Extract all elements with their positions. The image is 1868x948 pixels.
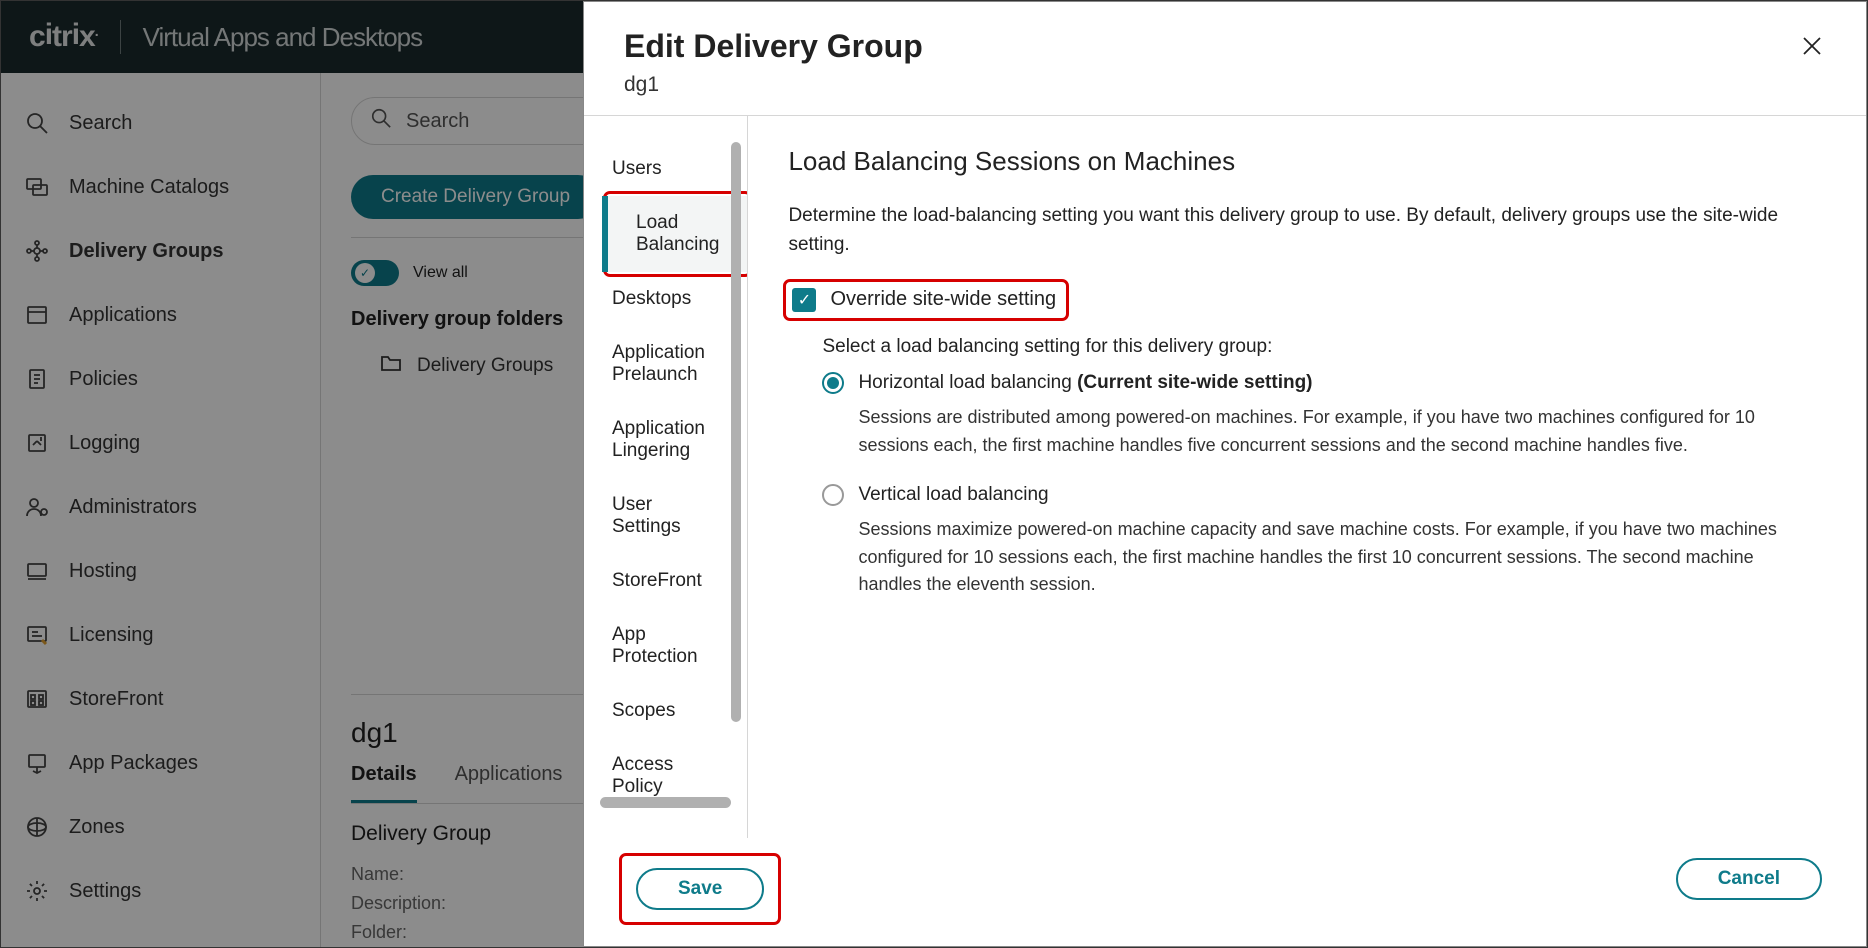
modal-content: Load Balancing Sessions on Machines Dete…	[748, 116, 1866, 838]
modal-subtitle: dg1	[624, 73, 923, 97]
close-icon[interactable]	[1794, 28, 1830, 68]
modal-nav-scopes[interactable]: Scopes	[584, 684, 747, 738]
modal-nav-hscrollbar[interactable]	[600, 797, 731, 808]
modal-nav-app-lingering[interactable]: Application Lingering	[584, 402, 747, 478]
content-intro: Determine the load-balancing setting you…	[788, 201, 1820, 260]
modal-nav-scrollbar[interactable]	[731, 142, 741, 722]
radio-horizontal-suffix: (Current site-wide setting)	[1072, 372, 1313, 393]
modal-nav-desktops[interactable]: Desktops	[584, 272, 747, 326]
cancel-button[interactable]: Cancel	[1676, 858, 1822, 900]
highlight-load-balancing: Load Balancing	[608, 196, 747, 272]
radio-horizontal[interactable]	[822, 372, 844, 394]
modal-title: Edit Delivery Group	[624, 28, 923, 65]
modal-nav-storefront[interactable]: StoreFront	[584, 554, 747, 608]
override-label: Override site-wide setting	[830, 288, 1056, 311]
modal-header: Edit Delivery Group dg1	[584, 2, 1866, 116]
edit-delivery-group-modal: Edit Delivery Group dg1 Users Load Balan…	[583, 1, 1867, 947]
highlight-save: Save	[624, 858, 776, 920]
radio-vertical[interactable]	[822, 484, 844, 506]
radio-horizontal-desc: Sessions are distributed among powered-o…	[858, 404, 1820, 460]
modal-nav-users[interactable]: Users	[584, 142, 747, 196]
modal-nav-app-prelaunch[interactable]: Application Prelaunch	[584, 326, 747, 402]
content-heading: Load Balancing Sessions on Machines	[788, 146, 1820, 177]
radio-horizontal-label: Horizontal load balancing	[858, 372, 1071, 393]
override-checkbox[interactable]: ✓	[792, 288, 816, 312]
radio-vertical-label: Vertical load balancing	[858, 484, 1048, 506]
radio-vertical-desc: Sessions maximize powered-on machine cap…	[858, 516, 1820, 600]
modal-nav-access-policy[interactable]: Access Policy	[584, 738, 747, 797]
app-root: citrix. Virtual Apps and Desktops Search…	[0, 0, 1868, 948]
modal-footer: Save Cancel	[584, 838, 1866, 946]
highlight-override: ✓ Override site-wide setting	[788, 284, 1064, 316]
radio-vertical-row[interactable]: Vertical load balancing	[822, 484, 1820, 506]
modal-body: Users Load Balancing Desktops Applicatio…	[584, 116, 1866, 838]
radio-horizontal-row[interactable]: Horizontal load balancing (Current site-…	[822, 372, 1820, 394]
save-button[interactable]: Save	[636, 868, 764, 910]
modal-nav-app-protection[interactable]: App Protection	[584, 608, 747, 684]
modal-nav-load-balancing[interactable]: Load Balancing	[608, 196, 747, 272]
select-hint: Select a load balancing setting for this…	[822, 336, 1820, 358]
modal-nav: Users Load Balancing Desktops Applicatio…	[584, 116, 748, 838]
modal-nav-user-settings[interactable]: User Settings	[584, 478, 747, 554]
